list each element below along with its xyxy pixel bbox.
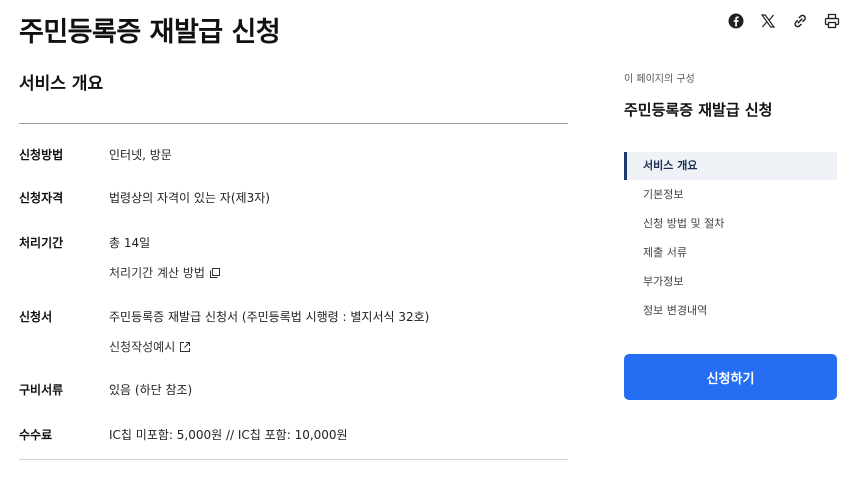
processing-period-calc-link[interactable]: 처리기간 계산 방법 (109, 264, 221, 281)
external-link-icon (180, 341, 191, 352)
link-icon[interactable] (791, 12, 809, 30)
row-label: 처리기간 (19, 236, 64, 250)
toc-item-basic-info[interactable]: 기본정보 (624, 180, 837, 209)
row-value: 있음 (하단 참조) (109, 383, 193, 397)
divider (19, 459, 568, 460)
row-value: 총 14일 (109, 236, 151, 250)
row-label: 신청자격 (19, 191, 64, 205)
toc-item-overview[interactable]: 서비스 개요 (624, 152, 837, 180)
section-title-overview: 서비스 개요 (19, 74, 104, 94)
row-label: 신청서 (19, 310, 53, 324)
link-text: 신청작성예시 (109, 340, 176, 354)
toc-item-change-history[interactable]: 정보 변경내역 (624, 296, 837, 325)
row-label: 신청방법 (19, 148, 64, 162)
copy-icon (209, 267, 220, 278)
row-value: 인터넷, 방문 (109, 148, 172, 162)
x-icon[interactable] (759, 12, 777, 30)
row-value: 주민등록증 재발급 신청서 (주민등록법 시행령 : 별지서식 32호) (109, 310, 430, 324)
form-example-link[interactable]: 신청작성예시 (109, 338, 191, 355)
toc-item-documents[interactable]: 제출 서류 (624, 238, 837, 267)
toc-caption: 이 페이지의 구성 (624, 74, 695, 85)
toc-list: 서비스 개요 기본정보 신청 방법 및 절차 제출 서류 부가정보 정보 변경내… (624, 152, 837, 325)
apply-button[interactable]: 신청하기 (624, 354, 837, 400)
row-label: 구비서류 (19, 383, 64, 397)
facebook-icon[interactable] (727, 12, 745, 30)
row-value: IC칩 미포함: 5,000원 // IC칩 포함: 10,000원 (109, 428, 348, 442)
toc-title: 주민등록증 재발급 신청 (624, 101, 773, 119)
toc-item-procedure[interactable]: 신청 방법 및 절차 (624, 209, 837, 238)
share-toolbar (727, 12, 841, 30)
page-title: 주민등록증 재발급 신청 (19, 17, 281, 48)
print-icon[interactable] (823, 12, 841, 30)
toc-item-additional-info[interactable]: 부가정보 (624, 267, 837, 296)
row-value: 법령상의 자격이 있는 자(제3자) (109, 191, 270, 205)
row-label: 수수료 (19, 428, 53, 442)
divider (19, 123, 568, 124)
link-text: 처리기간 계산 방법 (109, 266, 205, 280)
